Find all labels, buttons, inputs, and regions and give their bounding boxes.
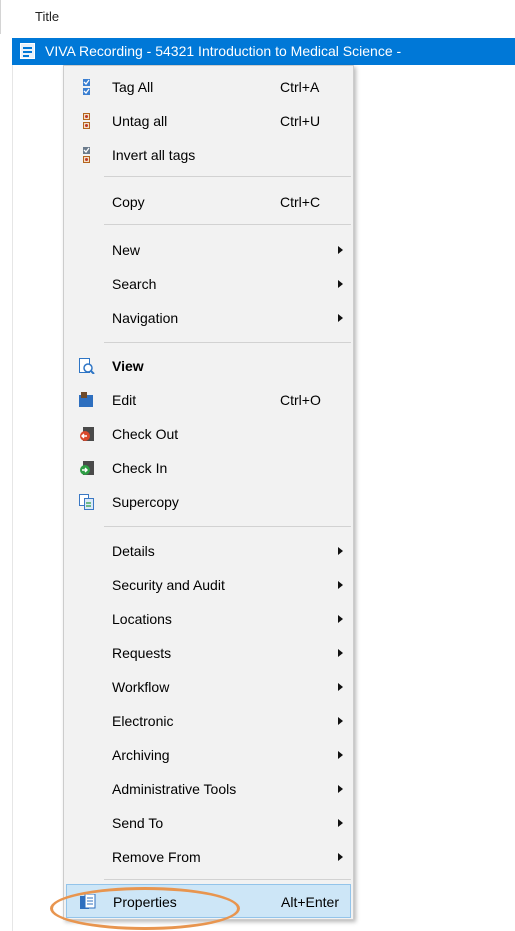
submenu-arrow-icon xyxy=(338,785,343,793)
menu-item-untag-all[interactable]: Untag all Ctrl+U xyxy=(64,104,353,138)
menu-item-label: View xyxy=(112,358,144,374)
menu-item-archiving[interactable]: Archiving xyxy=(64,738,353,772)
menu-item-administrative-tools[interactable]: Administrative Tools xyxy=(64,772,353,806)
submenu-arrow-icon xyxy=(338,717,343,725)
submenu-arrow-icon xyxy=(338,751,343,759)
menu-item-shortcut: Ctrl+C xyxy=(280,194,321,210)
menu-item-label: Remove From xyxy=(112,849,201,865)
menu-item-shortcut: Ctrl+A xyxy=(280,79,320,95)
menu-item-label: Edit xyxy=(112,392,137,408)
menu-item-label: Check In xyxy=(112,460,168,476)
menu-item-navigation[interactable]: Navigation xyxy=(64,301,353,335)
menu-item-electronic[interactable]: Electronic xyxy=(64,704,353,738)
menu-separator xyxy=(104,526,351,527)
menu-item-check-out[interactable]: Check Out xyxy=(64,417,353,451)
row-guide-line xyxy=(12,65,13,931)
menu-item-send-to[interactable]: Send To xyxy=(64,806,353,840)
submenu-arrow-icon xyxy=(338,547,343,555)
menu-item-supercopy[interactable]: Supercopy xyxy=(64,485,353,519)
menu-item-security-and-audit[interactable]: Security and Audit xyxy=(64,568,353,602)
submenu-arrow-icon xyxy=(338,314,343,322)
menu-item-locations[interactable]: Locations xyxy=(64,602,353,636)
submenu-arrow-icon xyxy=(338,853,343,861)
menu-item-label: Check Out xyxy=(112,426,179,442)
column-header-title[interactable]: Title xyxy=(35,9,59,24)
menu-item-edit[interactable]: Edit Ctrl+O xyxy=(64,383,353,417)
submenu-arrow-icon xyxy=(338,819,343,827)
menu-item-search[interactable]: Search xyxy=(64,267,353,301)
menu-item-label: Requests xyxy=(112,645,172,661)
menu-item-label: Invert all tags xyxy=(112,147,196,163)
view-icon xyxy=(79,358,95,375)
menu-item-label: Administrative Tools xyxy=(112,781,237,797)
untag-all-icon xyxy=(79,113,95,129)
submenu-arrow-icon xyxy=(338,246,343,254)
submenu-arrow-icon xyxy=(338,683,343,691)
menu-item-label: Workflow xyxy=(112,679,170,695)
menu-item-shortcut: Alt+Enter xyxy=(281,894,339,910)
menu-separator xyxy=(104,176,351,177)
supercopy-icon xyxy=(79,494,95,510)
menu-item-copy[interactable]: Copy Ctrl+C xyxy=(64,185,353,219)
submenu-arrow-icon xyxy=(338,615,343,623)
menu-item-remove-from[interactable]: Remove From xyxy=(64,840,353,874)
menu-item-requests[interactable]: Requests xyxy=(64,636,353,670)
submenu-arrow-icon xyxy=(338,581,343,589)
submenu-arrow-icon xyxy=(338,280,343,288)
menu-item-label: Untag all xyxy=(112,113,168,129)
menu-item-shortcut: Ctrl+U xyxy=(280,113,321,129)
context-menu: Tag All Ctrl+A Untag all Ctrl+U Invert a… xyxy=(63,65,354,920)
column-header-row: Title xyxy=(0,0,515,34)
invert-tags-icon xyxy=(79,147,95,163)
selected-record-title: VIVA Recording - 54321 Introduction to M… xyxy=(45,43,402,59)
menu-item-tag-all[interactable]: Tag All Ctrl+A xyxy=(64,70,353,104)
menu-item-invert-all-tags[interactable]: Invert all tags xyxy=(64,138,353,172)
menu-item-label: Send To xyxy=(112,815,164,831)
menu-item-label: Details xyxy=(112,543,155,559)
selected-record-row[interactable]: VIVA Recording - 54321 Introduction to M… xyxy=(12,38,515,65)
tag-all-icon xyxy=(79,79,95,95)
submenu-arrow-icon xyxy=(338,649,343,657)
menu-item-label: Navigation xyxy=(112,310,179,326)
menu-item-view[interactable]: View xyxy=(64,349,353,383)
menu-item-label: Search xyxy=(112,276,157,292)
check-in-icon xyxy=(79,460,95,476)
menu-item-label: Archiving xyxy=(112,747,170,763)
menu-separator xyxy=(104,342,351,343)
menu-item-shortcut: Ctrl+O xyxy=(280,392,321,408)
menu-item-label: Electronic xyxy=(112,713,174,729)
menu-item-label: New xyxy=(112,242,141,258)
menu-item-check-in[interactable]: Check In xyxy=(64,451,353,485)
menu-item-label: Copy xyxy=(112,194,145,210)
check-out-icon xyxy=(79,426,95,442)
annotation-circle xyxy=(50,887,240,930)
menu-separator xyxy=(104,224,351,225)
menu-item-workflow[interactable]: Workflow xyxy=(64,670,353,704)
menu-item-new[interactable]: New xyxy=(64,233,353,267)
edit-icon xyxy=(79,392,95,408)
menu-item-details[interactable]: Details xyxy=(64,534,353,568)
menu-item-label: Tag All xyxy=(112,79,154,95)
menu-item-label: Security and Audit xyxy=(112,577,225,593)
document-icon xyxy=(20,43,35,59)
menu-item-label: Supercopy xyxy=(112,494,179,510)
menu-separator xyxy=(104,879,351,880)
menu-item-label: Locations xyxy=(112,611,172,627)
